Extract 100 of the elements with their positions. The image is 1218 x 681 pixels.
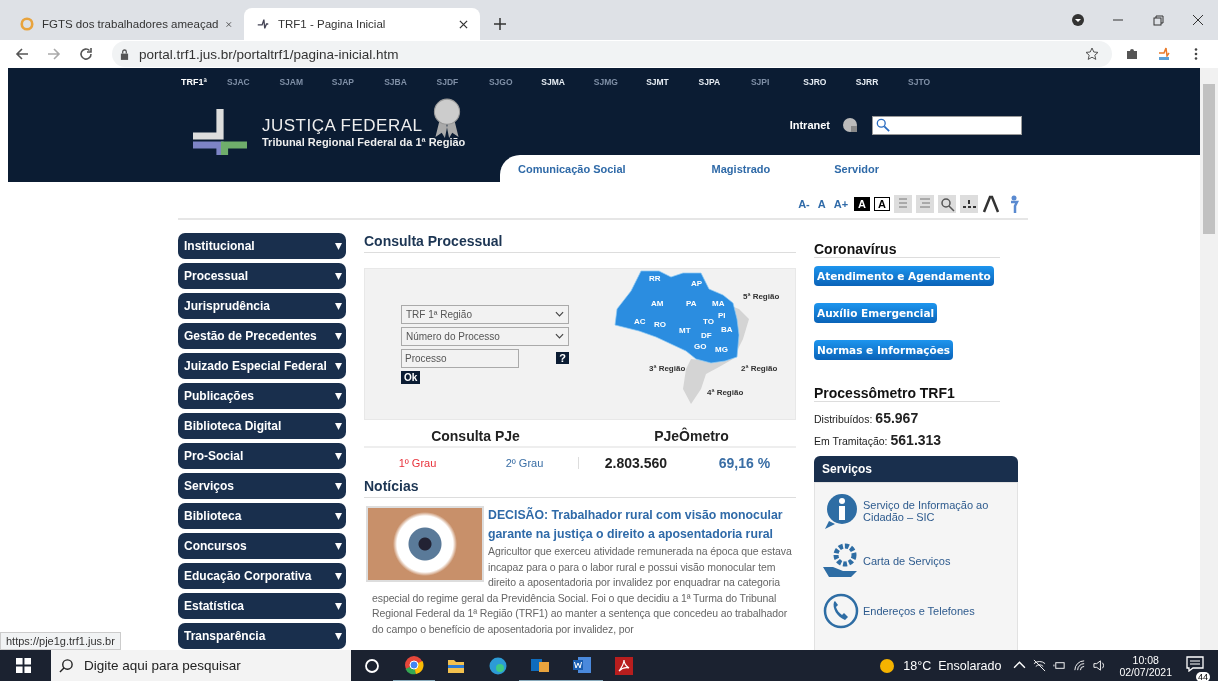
sidebar-menu-item[interactable]: Estatística	[178, 593, 346, 619]
profile-menu-icon[interactable]	[1071, 13, 1085, 27]
info-button[interactable]: Auxílio Emergencial	[814, 303, 938, 323]
close-icon[interactable]	[459, 19, 468, 29]
reload-icon[interactable]	[79, 47, 93, 61]
star-icon[interactable]	[1085, 47, 1099, 61]
font-size-button[interactable]: A-	[796, 197, 812, 210]
search-field[interactable]	[872, 115, 1022, 135]
notification-icon[interactable]	[1186, 655, 1204, 672]
section-link[interactable]: SJPI	[750, 76, 804, 87]
section-link[interactable]: SJRO	[803, 76, 856, 87]
close-icon[interactable]	[1191, 13, 1205, 27]
section-link[interactable]: SJMG	[593, 76, 647, 87]
search-type-select[interactable]: Número do Processo	[401, 326, 569, 346]
battery-icon[interactable]	[1053, 659, 1067, 672]
caret-icon	[335, 451, 342, 461]
extension-icon[interactable]	[1157, 47, 1171, 61]
network-off-icon[interactable]	[1033, 659, 1047, 672]
restore-icon[interactable]	[1151, 13, 1165, 27]
new-tab-icon[interactable]	[494, 18, 506, 30]
grau-link[interactable]: 1º Grau	[398, 457, 437, 469]
phone-icon[interactable]	[821, 591, 861, 631]
section-link[interactable]: SJTO	[908, 76, 961, 87]
font-size-button[interactable]: A+	[831, 197, 851, 210]
section-link[interactable]: SJAM	[279, 76, 332, 87]
caret-icon	[335, 361, 342, 371]
map-label: MT	[679, 326, 691, 335]
nav-link[interactable]: Magistrado	[711, 162, 771, 175]
info-button[interactable]: Normas e Informações	[814, 340, 954, 360]
intranet-link[interactable]: Intranet	[789, 119, 830, 131]
photo-placeholder[interactable]	[366, 506, 484, 582]
ok-button[interactable]: Ok	[401, 370, 421, 384]
map-region-shape[interactable]	[614, 270, 740, 364]
contrast-button[interactable]: A	[854, 196, 871, 211]
wifi-icon[interactable]	[1073, 659, 1087, 672]
weather-text[interactable]: 18°C Ensolarado	[903, 658, 1002, 673]
font-size-button[interactable]: A	[815, 197, 828, 210]
nav-link[interactable]: Comunicação Social	[518, 162, 626, 175]
caret-icon	[335, 331, 342, 341]
section-link[interactable]: SJRR	[855, 76, 909, 87]
region-select[interactable]: TRF 1ª Região	[401, 304, 569, 324]
sidebar-menu-item[interactable]: Biblioteca	[178, 503, 346, 529]
sidebar-menu-item[interactable]: Gestão de Precedentes	[178, 323, 346, 349]
back-icon[interactable]	[15, 47, 29, 61]
info-button[interactable]: Atendimento e Agendamento	[814, 266, 994, 286]
section-link[interactable]: SJAP	[331, 76, 385, 87]
clock-date[interactable]: 02/07/2021	[1119, 665, 1172, 678]
sidebar-menu-item[interactable]: Institucional	[178, 233, 346, 259]
stat-label: Em Tramitação:	[814, 435, 888, 447]
map-label: GO	[694, 342, 707, 351]
sidebar-menu-item[interactable]: Educação Corporativa	[178, 563, 346, 589]
section-link[interactable]: SJBA	[384, 76, 437, 87]
clock-time[interactable]: 10:08	[1132, 653, 1159, 666]
sidebar-menu-item[interactable]: Serviços	[178, 473, 346, 499]
browser-tab[interactable]: TRF1 - Pagina Inicial	[244, 8, 480, 40]
speaker-icon[interactable]	[1093, 659, 1107, 672]
address-bar[interactable]: portal.trf1.jus.br/portaltrf1/pagina-inicial.htm	[112, 41, 1112, 67]
globe-icon[interactable]	[842, 117, 858, 133]
process-number-field[interactable]: Processo	[401, 348, 519, 368]
stat-value: 65.967	[875, 410, 919, 426]
map-label: RO	[654, 320, 666, 329]
help-button[interactable]: ?	[556, 352, 569, 364]
windows-start-icon[interactable]	[16, 658, 31, 673]
caret-icon	[335, 631, 342, 641]
map-label: MG	[715, 345, 728, 354]
sidebar-menu-item[interactable]: Concursos	[178, 533, 346, 559]
sidebar-menu-item[interactable]: Biblioteca Digital	[178, 413, 346, 439]
sitemap-icon[interactable]	[960, 194, 978, 213]
scrollbar[interactable]	[1200, 68, 1218, 650]
sidebar-menu-item[interactable]: Publicações	[178, 383, 346, 409]
service-link[interactable]: Carta de Serviços	[863, 555, 951, 567]
site-logo[interactable]: TRF1ª	[181, 76, 227, 87]
sidebar-menu-item[interactable]: Jurisprudência	[178, 293, 346, 319]
map-label: TO	[703, 317, 714, 326]
section-link[interactable]: SJMT	[646, 76, 699, 87]
section-link[interactable]: SJDF	[436, 76, 489, 87]
section-link[interactable]: SJMA	[541, 76, 594, 87]
sidebar-menu-item[interactable]: Juizado Especial Federal	[178, 353, 346, 379]
section-link[interactable]: SJPA	[698, 76, 751, 87]
news-headline-link[interactable]: DECISÃO: Trabalhador rural com visão monocular garante na justiça o direito a aposentadoria rural	[364, 506, 796, 544]
caret-icon	[335, 271, 342, 281]
service-link[interactable]: Serviço de Informação ao Cidadão – SIC	[863, 499, 1017, 523]
caret-icon	[335, 601, 342, 611]
taskbar-search-field[interactable]: Digite aqui para pesquisar	[51, 650, 351, 681]
sidebar-menu-item[interactable]: Processual	[178, 263, 346, 289]
service-link[interactable]: Endereços e Telefones	[863, 605, 975, 617]
search-icon	[59, 658, 74, 673]
section-link[interactable]: SJAC	[227, 76, 280, 87]
browser-tab[interactable]: FGTS dos trabalhadores ameaçad	[8, 8, 244, 40]
caret-icon	[335, 511, 342, 521]
section-link[interactable]: SJGO	[488, 76, 542, 87]
contrast-button[interactable]: A	[874, 196, 890, 211]
sidebar-menu-item[interactable]: Pro-Social	[178, 443, 346, 469]
grau-link[interactable]: 2º Grau	[505, 457, 544, 469]
search-icon[interactable]	[938, 194, 956, 213]
sidebar-menu-item[interactable]: Transparência	[178, 623, 346, 649]
map-label: RR	[649, 274, 661, 283]
caret-icon	[335, 391, 342, 401]
nav-link[interactable]: Servidor	[834, 162, 879, 175]
tab-title: TRF1 - Pagina Inicial	[278, 18, 387, 30]
